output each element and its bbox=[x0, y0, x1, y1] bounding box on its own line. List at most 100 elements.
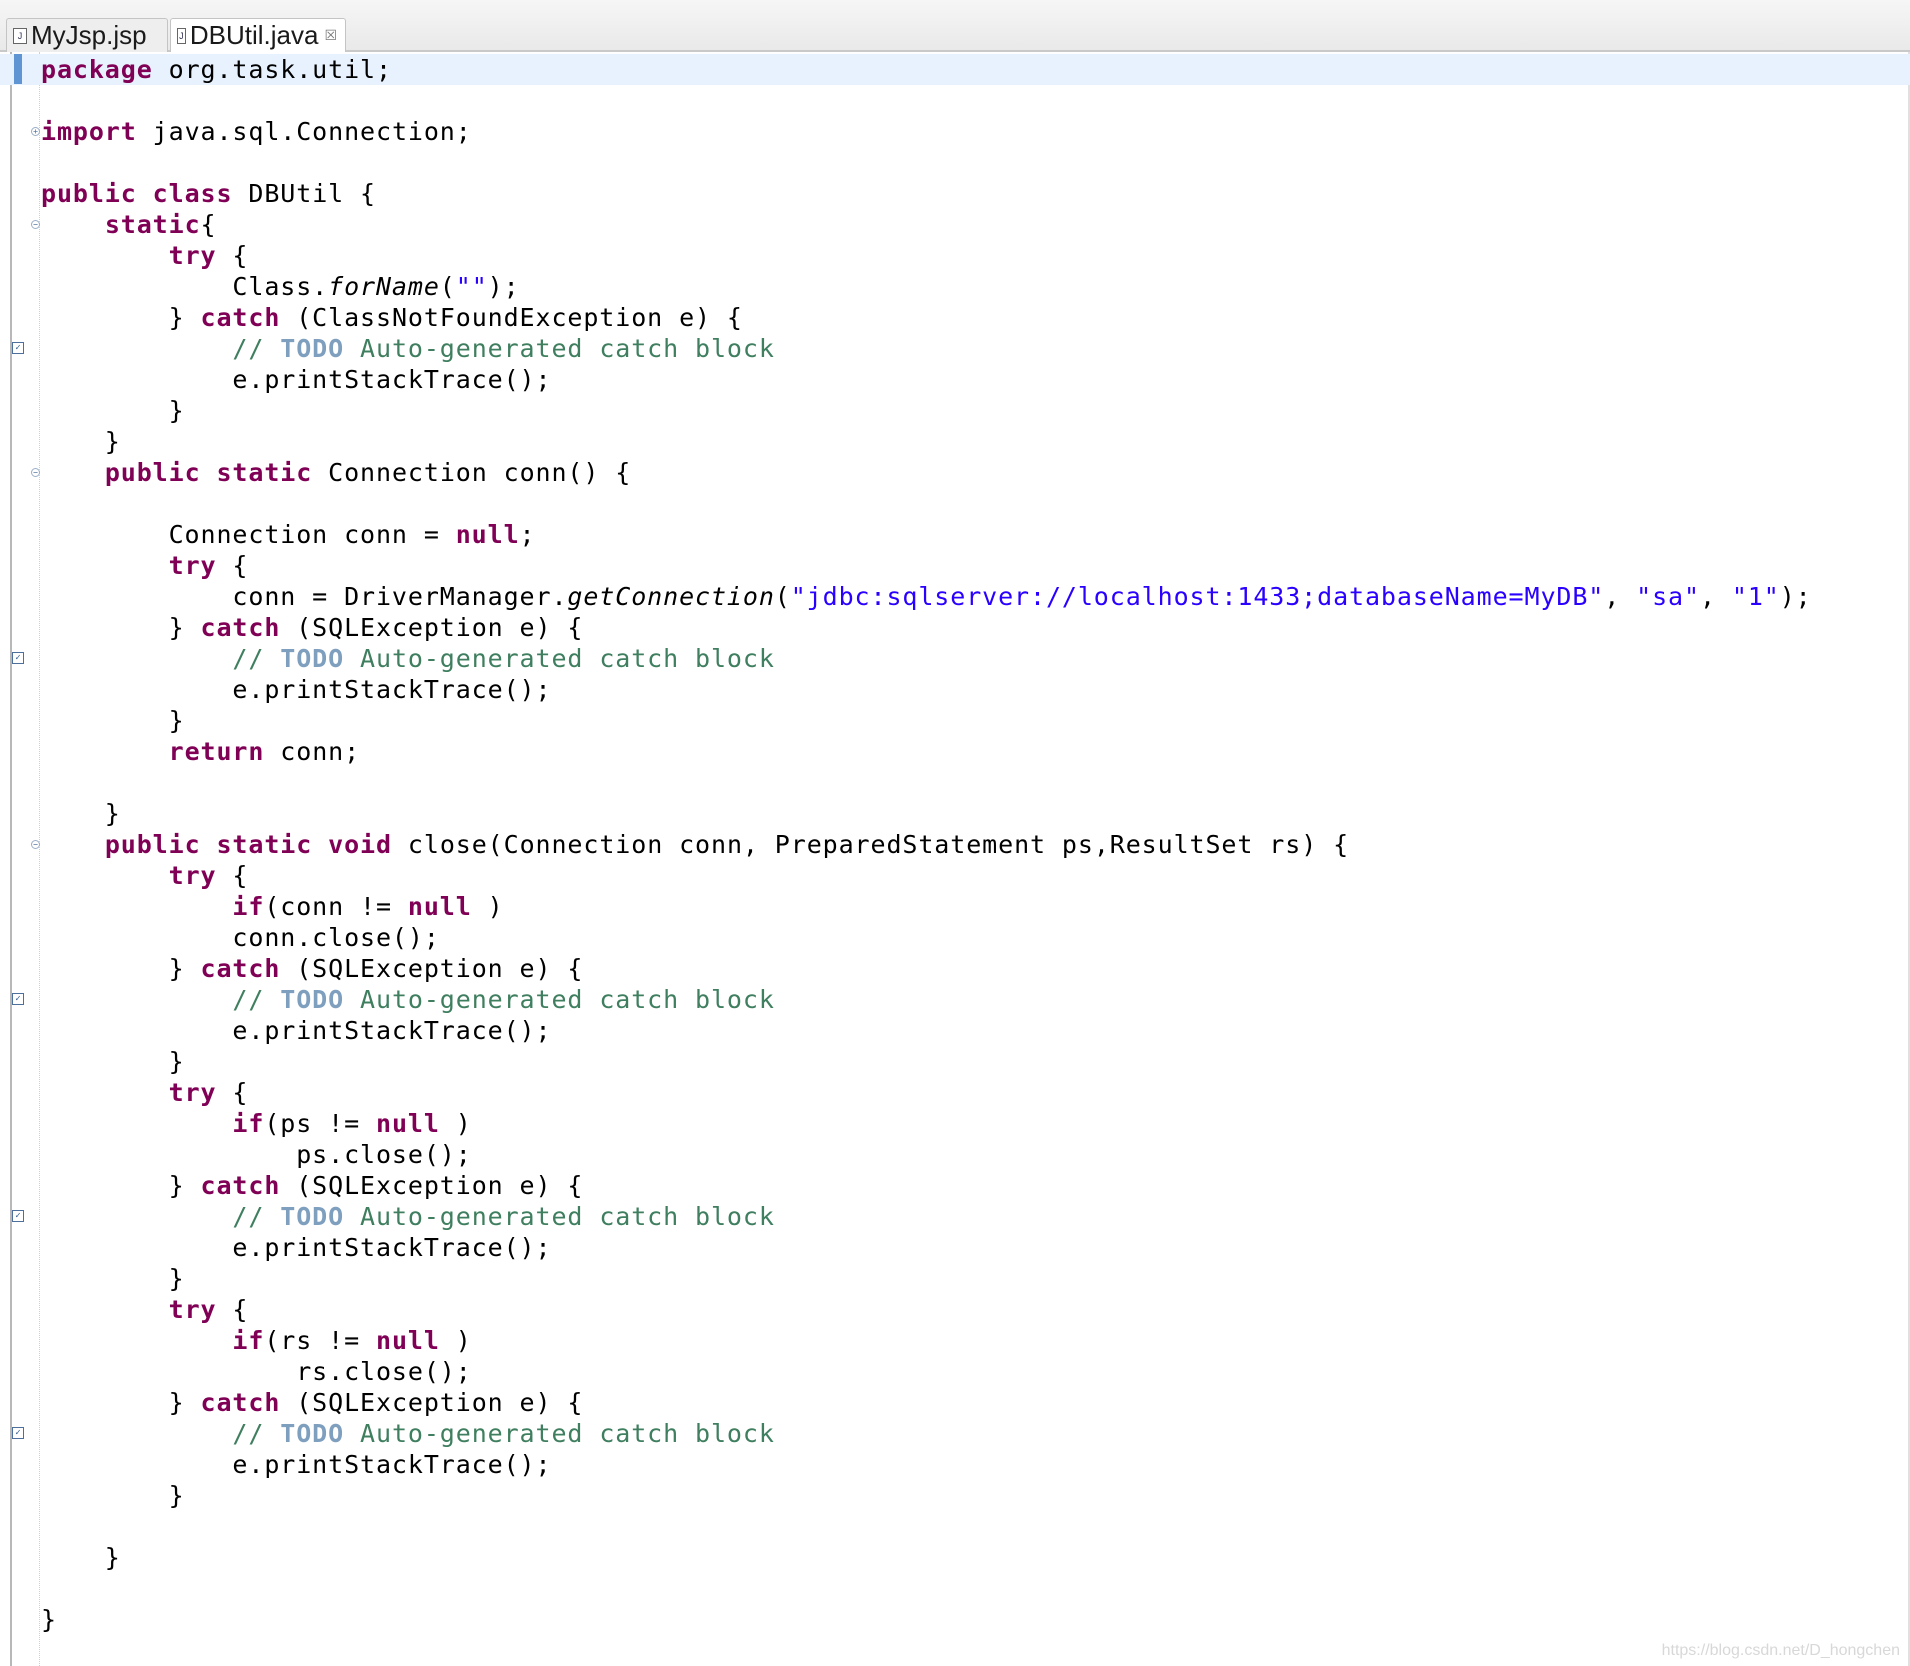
code-line[interactable]: − public static void close(Connection co… bbox=[0, 829, 1910, 860]
keyword: try bbox=[168, 1295, 217, 1324]
code-text: ) bbox=[439, 1109, 472, 1138]
code-line[interactable]: } catch (SQLException e) { bbox=[0, 1170, 1910, 1201]
fold-toggle-icon[interactable]: − bbox=[31, 840, 40, 849]
code-line[interactable]: conn = DriverManager.getConnection("jdbc… bbox=[0, 581, 1910, 612]
keyword: catch bbox=[200, 613, 281, 642]
code-line[interactable]: return conn; bbox=[0, 736, 1910, 767]
watermark: https://blog.csdn.net/D_hongchen bbox=[1661, 1642, 1900, 1659]
fold-toggle-icon[interactable]: − bbox=[31, 468, 40, 477]
keyword: static bbox=[216, 458, 313, 487]
tab-dbutil[interactable]: J DBUtil.java ☒ bbox=[170, 18, 346, 52]
task-marker-icon[interactable]: ✓ bbox=[12, 342, 24, 354]
code-line[interactable]: conn.close(); bbox=[0, 922, 1910, 953]
code-text: java.sql.Connection; bbox=[136, 117, 472, 146]
todo-tag: TODO bbox=[280, 1419, 345, 1448]
code-line[interactable]: ✓ // TODO Auto-generated catch block bbox=[0, 1201, 1910, 1232]
code-text: ( bbox=[439, 272, 456, 301]
code-line[interactable]: } bbox=[0, 395, 1910, 426]
code-line[interactable]: rs.close(); bbox=[0, 1356, 1910, 1387]
code-line[interactable]: e.printStackTrace(); bbox=[0, 674, 1910, 705]
task-marker-icon[interactable]: ✓ bbox=[12, 652, 24, 664]
tab-label: DBUtil.java bbox=[189, 20, 319, 50]
fold-toggle-icon[interactable]: − bbox=[31, 220, 40, 229]
code-line[interactable]: try { bbox=[0, 240, 1910, 271]
code-line[interactable]: e.printStackTrace(); bbox=[0, 364, 1910, 395]
code-line[interactable]: } bbox=[0, 1480, 1910, 1511]
expand-import-icon[interactable]: + bbox=[31, 127, 40, 136]
code-line[interactable]: if(conn != null ) bbox=[0, 891, 1910, 922]
code-line[interactable]: } catch (SQLException e) { bbox=[0, 612, 1910, 643]
code-line[interactable]: } bbox=[0, 426, 1910, 457]
code-line[interactable]: e.printStackTrace(); bbox=[0, 1449, 1910, 1480]
comment: Auto-generated catch block bbox=[344, 985, 775, 1014]
code-text: } bbox=[41, 303, 201, 332]
code-text: ); bbox=[1779, 582, 1812, 611]
code-text: (rs != bbox=[264, 1326, 376, 1355]
comment: Auto-generated catch block bbox=[344, 1202, 775, 1231]
keyword: catch bbox=[200, 954, 281, 983]
task-marker-icon[interactable]: ✓ bbox=[12, 1210, 24, 1222]
code-line[interactable]: ✓ // TODO Auto-generated catch block bbox=[0, 984, 1910, 1015]
code-text: (ClassNotFoundException e) { bbox=[280, 303, 743, 332]
code-line[interactable]: } catch (ClassNotFoundException e) { bbox=[0, 302, 1910, 333]
keyword: if bbox=[232, 892, 265, 921]
code-line[interactable]: e.printStackTrace(); bbox=[0, 1015, 1910, 1046]
code-editor[interactable]: package org.task.util; + import java.sql… bbox=[0, 52, 1910, 1666]
keyword: if bbox=[232, 1109, 265, 1138]
close-icon[interactable]: ☒ bbox=[324, 27, 337, 44]
code-text: close(Connection conn, PreparedStatement… bbox=[391, 830, 1350, 859]
code-line[interactable]: } bbox=[0, 1604, 1910, 1635]
code-line[interactable]: } catch (SQLException e) { bbox=[0, 1387, 1910, 1418]
current-line-marker bbox=[14, 54, 22, 84]
code-line[interactable]: + import java.sql.Connection; bbox=[0, 116, 1910, 147]
code-line[interactable]: try { bbox=[0, 550, 1910, 581]
keyword: static bbox=[216, 830, 313, 859]
comment: // bbox=[41, 1419, 281, 1448]
code-text: } bbox=[41, 1171, 201, 1200]
code-line[interactable]: e.printStackTrace(); bbox=[0, 1232, 1910, 1263]
code-line[interactable]: − public static Connection conn() { bbox=[0, 457, 1910, 488]
code-line[interactable]: if(ps != null ) bbox=[0, 1108, 1910, 1139]
keyword: import bbox=[41, 117, 137, 146]
editor-tab-bar: J MyJsp.jsp J DBUtil.java ☒ bbox=[0, 0, 1910, 52]
code-line[interactable]: } bbox=[0, 798, 1910, 829]
code-line[interactable]: package org.task.util; bbox=[0, 54, 1910, 85]
comment: // bbox=[41, 1202, 281, 1231]
code-line[interactable]: try { bbox=[0, 1294, 1910, 1325]
code-line[interactable]: } bbox=[0, 705, 1910, 736]
code-line[interactable]: ✓ // TODO Auto-generated catch block bbox=[0, 643, 1910, 674]
code-line[interactable]: } bbox=[0, 1046, 1910, 1077]
code-text: e.printStackTrace(); bbox=[41, 675, 552, 704]
code-text: ) bbox=[471, 892, 504, 921]
code-text: , bbox=[1699, 582, 1732, 611]
code-line[interactable]: try { bbox=[0, 860, 1910, 891]
code-line[interactable]: try { bbox=[0, 1077, 1910, 1108]
comment: Auto-generated catch block bbox=[344, 1419, 775, 1448]
code-text: conn.close(); bbox=[41, 923, 440, 952]
code-line[interactable]: ✓ // TODO Auto-generated catch block bbox=[0, 1418, 1910, 1449]
string-literal: "1" bbox=[1731, 582, 1780, 611]
tab-myjsp[interactable]: J MyJsp.jsp bbox=[6, 18, 168, 52]
code-line[interactable]: − static{ bbox=[0, 209, 1910, 240]
code-line[interactable]: ps.close(); bbox=[0, 1139, 1910, 1170]
method-name: getConnection bbox=[567, 582, 775, 611]
code-line[interactable]: public class DBUtil { bbox=[0, 178, 1910, 209]
code-line[interactable]: Class.forName(""); bbox=[0, 271, 1910, 302]
keyword: null bbox=[376, 1326, 440, 1355]
code-line[interactable]: } bbox=[0, 1263, 1910, 1294]
code-line[interactable]: } catch (SQLException e) { bbox=[0, 953, 1910, 984]
code-line[interactable]: ✓ // TODO Auto-generated catch block bbox=[0, 333, 1910, 364]
task-marker-icon[interactable]: ✓ bbox=[12, 993, 24, 1005]
code-line[interactable]: if(rs != null ) bbox=[0, 1325, 1910, 1356]
code-text: { bbox=[216, 551, 249, 580]
code-line[interactable]: } bbox=[0, 1542, 1910, 1573]
code-text: } bbox=[41, 1264, 185, 1293]
task-marker-icon[interactable]: ✓ bbox=[12, 1427, 24, 1439]
code-line[interactable]: Connection conn = null; bbox=[0, 519, 1910, 550]
code-text: e.printStackTrace(); bbox=[41, 1450, 552, 1479]
code-text: (SQLException e) { bbox=[280, 1171, 584, 1200]
